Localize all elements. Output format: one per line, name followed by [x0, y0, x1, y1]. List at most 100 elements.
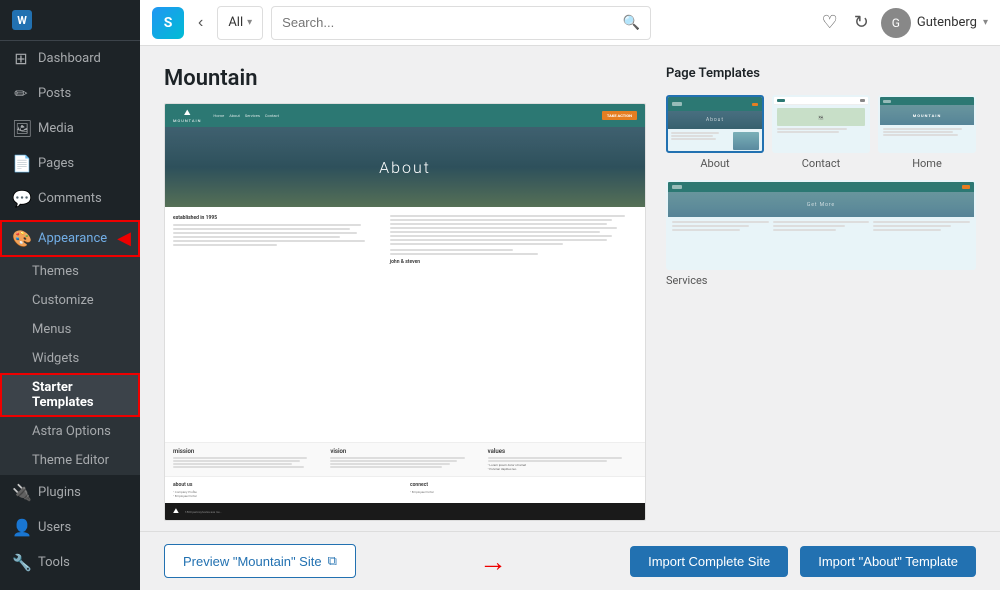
- submenu-theme-editor[interactable]: Theme Editor: [0, 446, 140, 475]
- template-home-label: Home: [912, 157, 942, 170]
- mockup-mission: mission: [173, 448, 322, 471]
- appearance-icon: 🎨: [12, 229, 30, 248]
- template-services[interactable]: Get More: [666, 180, 976, 287]
- sidebar-label-tools: Tools: [38, 555, 70, 570]
- mockup-values-section: mission vision: [165, 442, 645, 476]
- page-templates-panel: Page Templates About: [666, 66, 976, 521]
- tools-icon: 🔧: [12, 553, 30, 572]
- sidebar-item-appearance[interactable]: 🎨 Appearance ◀: [0, 220, 140, 257]
- mockup-values: values • Lorem ipsum dolor sit amet • Pu…: [488, 448, 637, 471]
- templates-bottom-section: Get More: [666, 180, 976, 287]
- user-chevron-icon: ▾: [983, 17, 988, 28]
- template-contact-img: 🗺: [772, 95, 870, 153]
- site-name-title: Mountain: [164, 66, 646, 91]
- submenu-astra-options[interactable]: Astra Options: [0, 417, 140, 446]
- user-menu[interactable]: G Gutenberg ▾: [881, 8, 988, 38]
- topbar: S ‹ All ▾ 🔍 ♡ ↻ G Gutenberg ▾: [140, 0, 1000, 46]
- sidebar-item-dashboard[interactable]: ⊞ Dashboard: [0, 41, 140, 76]
- sidebar-label-comments: Comments: [38, 191, 102, 206]
- nav-link-about: About: [229, 113, 240, 118]
- main-area: S ‹ All ▾ 🔍 ♡ ↻ G Gutenberg ▾ Mountain: [140, 0, 1000, 590]
- mockup-logo: ⛰ MOUNTAIN: [173, 108, 201, 123]
- dropdown-value: All: [228, 15, 243, 30]
- sidebar-item-plugins[interactable]: 🔌 Plugins: [0, 475, 140, 510]
- mockup-footer-logo: ⛰: [173, 507, 179, 516]
- mockup-established: established in 1995: [173, 215, 382, 221]
- plugins-icon: 🔌: [12, 483, 30, 502]
- mockup-footer-about: about us • Company Profile • Employee Po…: [173, 482, 400, 498]
- site-preview-panel: Mountain ⛰ MOUNTAIN Home About: [164, 66, 646, 521]
- nav-link-home: Home: [213, 113, 224, 118]
- mockup-content: ⛰ MOUNTAIN Home About Services Contact T…: [165, 104, 645, 520]
- bottom-bar: Preview "Mountain" Site ⧉ → Import Compl…: [140, 531, 1000, 590]
- sidebar-item-comments[interactable]: 💬 Comments: [0, 181, 140, 216]
- search-icon: 🔍: [623, 15, 640, 31]
- mockup-cta-button: TAKE ACTION: [602, 111, 637, 120]
- mockup-hero: About: [165, 127, 645, 207]
- pages-icon: 📄: [12, 154, 30, 173]
- dashboard-icon: ⊞: [12, 49, 30, 68]
- content-area: Mountain ⛰ MOUNTAIN Home About: [140, 46, 1000, 590]
- mockup-right-col: john & steven: [390, 215, 637, 434]
- mockup-hero-text: About: [379, 158, 431, 177]
- submenu-customize[interactable]: Customize: [0, 286, 140, 315]
- appearance-submenu: Themes Customize Menus Widgets Starter T…: [0, 257, 140, 475]
- sidebar-logo: W: [0, 0, 140, 41]
- mockup-body: established in 1995: [165, 207, 645, 442]
- sidebar-label-users: Users: [38, 520, 71, 535]
- template-services-img: Get More: [666, 180, 976, 270]
- topbar-logo: S: [152, 7, 184, 39]
- preview-site-button[interactable]: Preview "Mountain" Site ⧉: [164, 544, 356, 578]
- sidebar-label-posts: Posts: [38, 86, 71, 101]
- template-contact[interactable]: 🗺 Contact: [772, 95, 870, 170]
- mockup-nav-links: Home About Services Contact: [213, 113, 595, 118]
- sidebar-item-media[interactable]: 🖼 Media: [0, 111, 140, 146]
- username: Gutenberg: [917, 15, 977, 30]
- submenu-menus[interactable]: Menus: [0, 315, 140, 344]
- chevron-down-icon: ▾: [247, 17, 252, 28]
- heart-button[interactable]: ♡: [818, 8, 842, 37]
- submenu-widgets[interactable]: Widgets: [0, 344, 140, 373]
- nav-link-services: Services: [245, 113, 260, 118]
- template-about-label: About: [700, 157, 729, 170]
- template-home-img: MOUNTAIN: [878, 95, 976, 153]
- sidebar-item-tools[interactable]: 🔧 Tools: [0, 545, 140, 580]
- mockup-left-col: established in 1995: [173, 215, 382, 434]
- mockup-footer-section: about us • Company Profile • Employee Po…: [165, 476, 645, 503]
- submenu-starter-templates[interactable]: Starter Templates: [0, 373, 140, 417]
- sidebar-label-appearance: Appearance: [38, 231, 107, 246]
- template-about-img: About: [666, 95, 764, 153]
- mockup-vision: vision: [330, 448, 479, 471]
- template-home[interactable]: MOUNTAIN Home: [878, 95, 976, 170]
- sidebar-item-users[interactable]: 👤 Users: [0, 510, 140, 545]
- import-template-button[interactable]: Import "About" Template: [800, 546, 976, 577]
- sidebar-label-media: Media: [38, 121, 74, 136]
- nav-link-contact: Contact: [265, 113, 279, 118]
- sidebar-label-dashboard: Dashboard: [38, 51, 101, 66]
- sidebar-item-settings[interactable]: ⚙ Settings: [0, 580, 140, 590]
- external-link-icon: ⧉: [328, 553, 337, 569]
- submenu-themes[interactable]: Themes: [0, 257, 140, 286]
- filter-dropdown[interactable]: All ▾: [217, 6, 263, 40]
- import-complete-site-button[interactable]: Import Complete Site: [630, 546, 788, 577]
- preview-site-label: Preview "Mountain" Site: [183, 554, 322, 569]
- tmpl-about-navbar: [668, 97, 762, 111]
- back-button[interactable]: ‹: [192, 10, 209, 36]
- avatar: G: [881, 8, 911, 38]
- refresh-button[interactable]: ↻: [850, 8, 873, 37]
- sidebar-item-posts[interactable]: ✏ Posts: [0, 76, 140, 111]
- wp-logo-icon: W: [12, 10, 32, 30]
- sidebar-item-pages[interactable]: 📄 Pages: [0, 146, 140, 181]
- mockup-footer-connect: connect • Employee Portal: [410, 482, 637, 498]
- red-arrow-appearance: ◀: [117, 228, 131, 249]
- mockup-text-block-left: [173, 224, 382, 246]
- users-icon: 👤: [12, 518, 30, 537]
- template-about[interactable]: About About: [666, 95, 764, 170]
- template-contact-label: Contact: [802, 157, 840, 170]
- media-icon: 🖼: [12, 119, 30, 138]
- preview-area: Mountain ⛰ MOUNTAIN Home About: [140, 46, 1000, 531]
- search-input[interactable]: [282, 15, 623, 30]
- posts-icon: ✏: [12, 84, 30, 103]
- topbar-actions: ♡ ↻ G Gutenberg ▾: [818, 8, 988, 38]
- sidebar: W ⊞ Dashboard ✏ Posts 🖼 Media 📄 Pages 💬 …: [0, 0, 140, 590]
